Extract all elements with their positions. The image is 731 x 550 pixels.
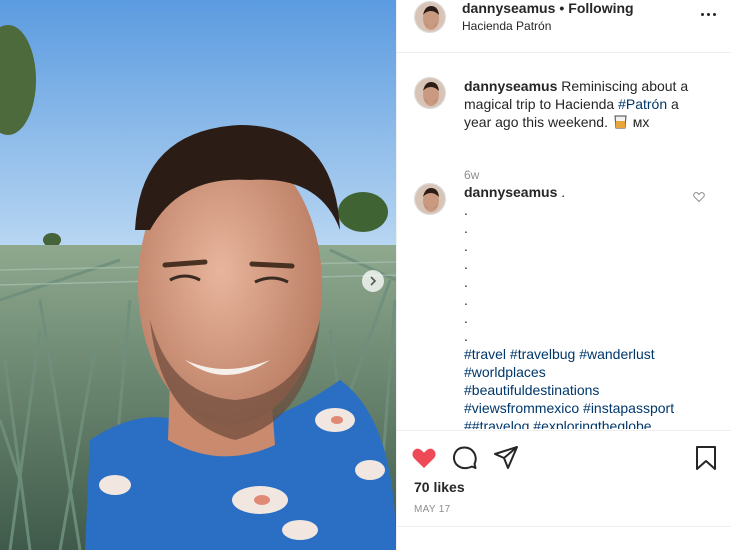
avatar-image — [415, 78, 445, 108]
hashtag-line: #worldplaces — [464, 363, 694, 381]
comment-dot-line: . — [464, 220, 468, 236]
add-comment-area[interactable] — [397, 526, 731, 550]
caption-text: dannyseamus Reminiscing about a magical … — [464, 77, 694, 131]
hashtag-line: #travel #travelbug #wanderlust — [464, 345, 694, 363]
hashtag-line: ##traveloq #exploringtheglobe — [464, 417, 694, 429]
hashtag-link[interactable]: #travelbug — [510, 346, 575, 362]
header-user-line: dannyseamus • Following — [462, 0, 634, 16]
comment-dot-line: . — [464, 292, 468, 308]
share-icon[interactable] — [493, 445, 519, 471]
header-separator: • — [559, 0, 565, 16]
avatar-image — [415, 184, 445, 214]
hashtag-link[interactable]: #viewsfrommexico — [464, 400, 579, 416]
comment-dot-line: . — [464, 256, 468, 272]
comment-first-line: dannyseamus . — [464, 183, 694, 201]
comment-dot-line: . — [464, 238, 468, 254]
post-date[interactable]: MAY 17 — [414, 504, 450, 515]
more-options-icon[interactable] — [699, 5, 717, 23]
comment-dot-line: . — [464, 310, 468, 326]
bookmark-icon[interactable] — [693, 445, 719, 471]
more-dot — [712, 12, 716, 16]
comment-icon[interactable] — [452, 445, 478, 471]
location-link[interactable]: Hacienda Patrón — [462, 19, 551, 33]
hashtag-link[interactable]: #exploringtheglobe — [533, 418, 651, 429]
more-dot — [706, 12, 710, 16]
avatar[interactable] — [414, 1, 446, 33]
hashtag-link[interactable]: #wanderlust — [579, 346, 655, 362]
comments-list[interactable]: dannyseamus Reminiscing about a magical … — [397, 53, 731, 429]
comment-text: dannyseamus . . . . . . . . . #travel #t… — [464, 183, 694, 429]
next-photo-button[interactable] — [362, 270, 384, 292]
following-button[interactable]: Following — [568, 0, 633, 16]
comment-dot-line: . — [464, 328, 468, 344]
hashtag-link[interactable]: #travel — [464, 346, 506, 362]
post-header: dannyseamus • Following Hacienda Patrón — [397, 0, 731, 53]
hashtag-link[interactable]: #beautifuldestinations — [464, 382, 599, 398]
avatar-image — [415, 2, 445, 32]
hashtag-link[interactable]: ##traveloq — [464, 418, 529, 429]
more-dot — [700, 12, 704, 16]
post-photo — [0, 0, 396, 550]
post-details-panel: dannyseamus • Following Hacienda Patrón da… — [396, 0, 731, 550]
comment-dot: . — [561, 184, 566, 200]
comment-age[interactable]: 6w — [464, 168, 479, 182]
comment-username[interactable]: dannyseamus — [464, 184, 557, 200]
hashtag-link[interactable]: #Patrón — [618, 96, 667, 112]
heart-icon[interactable] — [411, 445, 437, 471]
chevron-right-icon — [370, 276, 377, 286]
comment-dot-line: . — [464, 274, 468, 290]
hashtag-link[interactable]: #worldplaces — [464, 364, 546, 380]
hashtag-link[interactable]: #instapassport — [583, 400, 674, 416]
comment-dot-line: . — [464, 202, 468, 218]
country-flag: мх — [632, 114, 650, 130]
likes-count[interactable]: 70 likes — [414, 479, 465, 495]
post-actions: 70 likes MAY 17 — [397, 430, 731, 550]
hashtag-line: #viewsfrommexico #instapassport — [464, 399, 694, 417]
avatar[interactable] — [414, 183, 446, 215]
avatar[interactable] — [414, 77, 446, 109]
tumbler-glass-icon — [614, 115, 627, 129]
photo-image — [0, 0, 396, 550]
heart-outline-icon[interactable] — [693, 191, 705, 203]
caption-username[interactable]: dannyseamus — [464, 78, 557, 94]
hashtag-line: #beautifuldestinations — [464, 381, 694, 399]
header-username[interactable]: dannyseamus — [462, 0, 555, 16]
